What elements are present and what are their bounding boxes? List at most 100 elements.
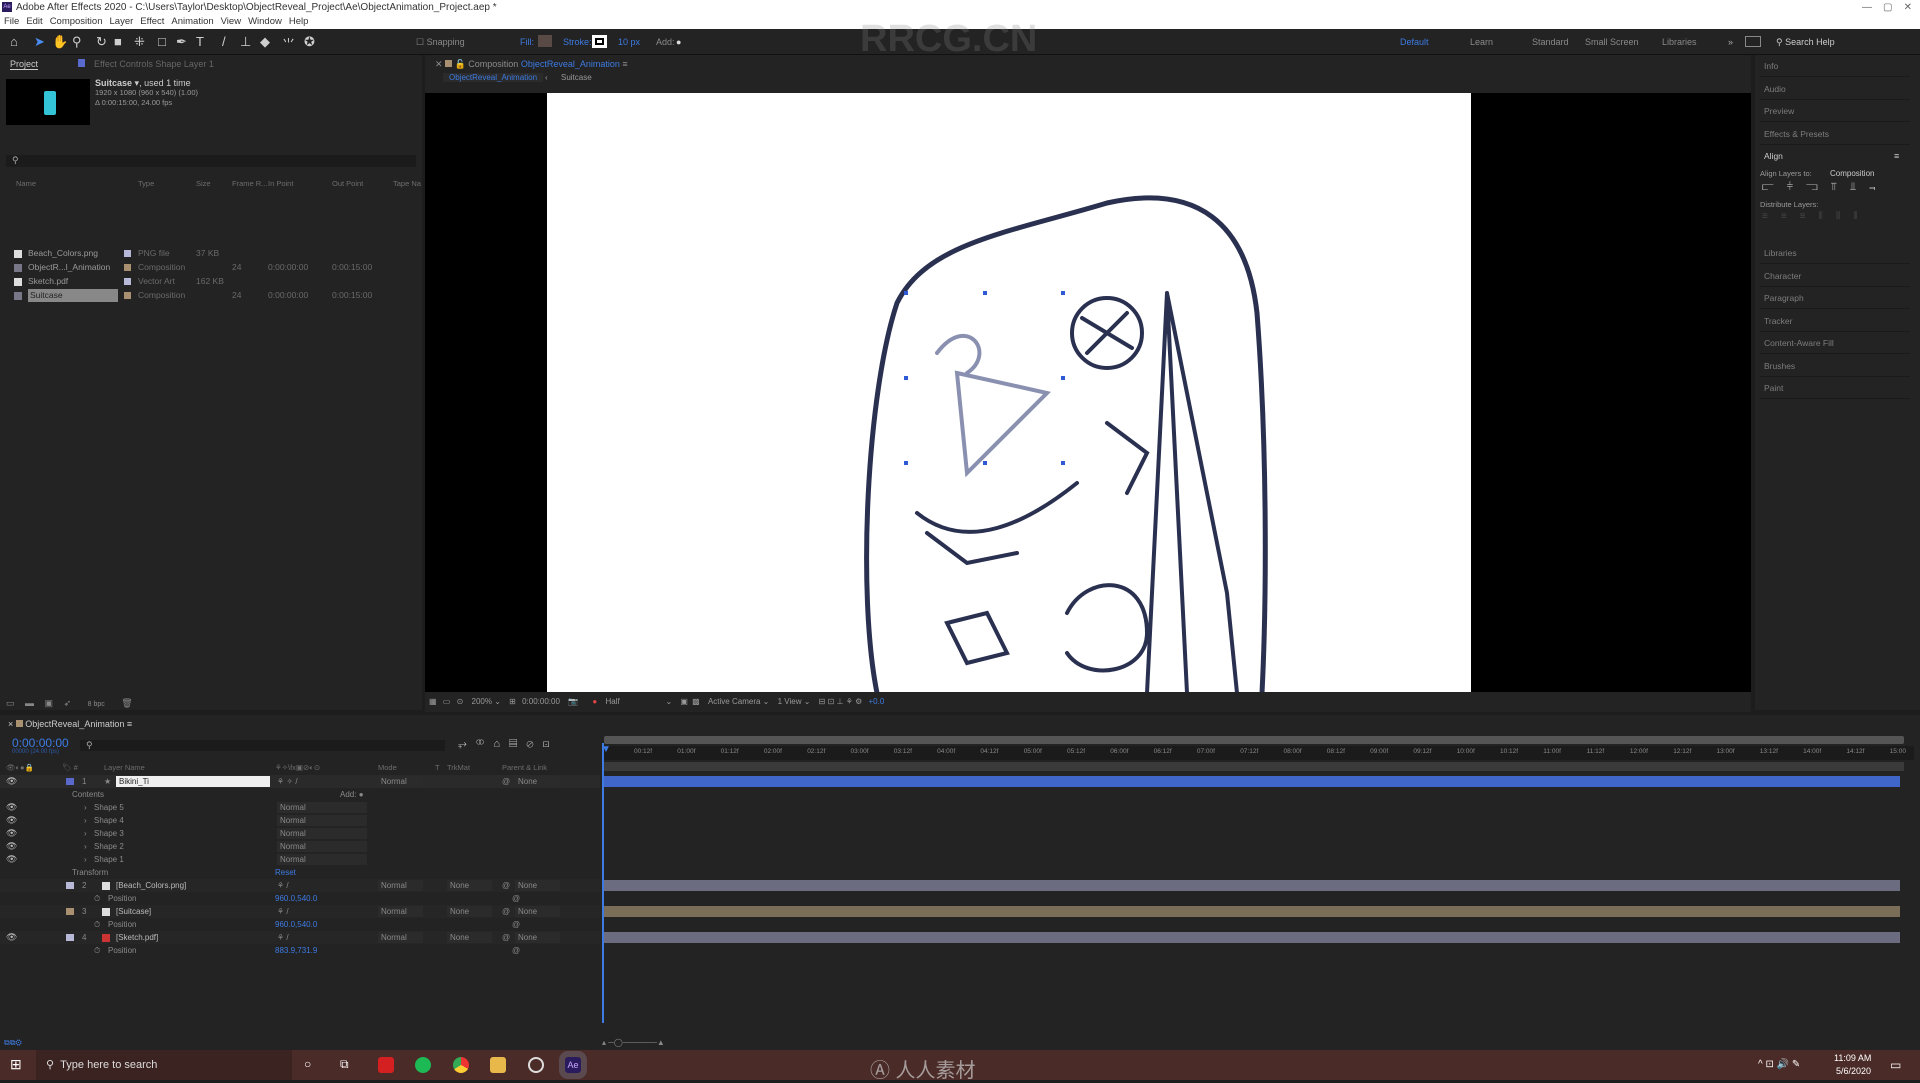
shape-blend-mode-dropdown[interactable]: Normal — [277, 828, 367, 839]
add-shape-button[interactable]: Add: ● — [340, 788, 364, 801]
column-header-6[interactable]: Tape Na — [393, 179, 421, 188]
align-menu-icon[interactable]: ≡ — [1894, 151, 1899, 161]
grid-icon[interactable]: ⊞ — [509, 697, 516, 706]
label-color[interactable] — [124, 250, 131, 257]
resolution-dropdown[interactable]: Half — [605, 692, 665, 712]
parent-dropdown[interactable]: None — [515, 906, 560, 917]
tab-effect-controls[interactable]: Effect Controls Shape Layer 1 — [94, 59, 214, 69]
shape-row[interactable]: 👁 › Shape 2 Normal — [0, 840, 600, 853]
timeline-search-input[interactable]: ⚲ — [80, 740, 445, 751]
timeline-switches-icons[interactable]: ⥅⚭⌂▤⊘⊡ — [458, 738, 559, 751]
layer-bar-3[interactable] — [604, 906, 1900, 917]
shape-row[interactable]: 👁 › Shape 3 Normal — [0, 827, 600, 840]
menu-window[interactable]: Window — [248, 16, 282, 27]
menu-edit[interactable]: Edit — [26, 16, 42, 27]
parent-dropdown[interactable]: None — [515, 932, 560, 943]
project-item[interactable]: Suitcase Composition 24 0:00:00:00 0:00:15:0… — [0, 289, 422, 302]
layer-label-color[interactable] — [66, 882, 74, 889]
shape-blend-mode-dropdown[interactable]: Normal — [277, 802, 367, 813]
new-composition-icon[interactable]: ▣ — [45, 698, 54, 708]
project-item[interactable]: Beach_Colors.png PNG file 37 KB — [0, 247, 422, 260]
expand-arrow-icon[interactable]: › — [84, 827, 87, 840]
align-buttons-icons[interactable]: ⫍⫩⫎⫪⫫⫬ — [1762, 181, 1889, 194]
snapshot-icon[interactable]: 📷 — [568, 697, 578, 706]
layer-switches[interactable]: ⚘ / — [277, 905, 289, 918]
position-value[interactable]: 960.0,540.0 — [275, 918, 317, 931]
tab-project[interactable]: Project — [10, 59, 39, 70]
task-view-icon[interactable]: ⧉ — [340, 1057, 349, 1072]
visibility-eye-icon[interactable]: 👁 — [6, 931, 17, 944]
layer-name-header[interactable]: Layer Name — [104, 763, 145, 772]
rotate-tool-icon[interactable]: ↻ — [96, 34, 107, 50]
mode-dropdown[interactable]: Normal — [378, 880, 423, 891]
label-color[interactable] — [124, 264, 131, 271]
hand-tool-icon[interactable]: ✋ — [52, 34, 68, 50]
shape-row[interactable]: 👁 › Shape 5 Normal — [0, 801, 600, 814]
timeline-toggle-icons[interactable]: ⧉⧉⚙ — [4, 1038, 22, 1047]
layer-name[interactable]: [Sketch.pdf] — [116, 931, 158, 944]
layer-name[interactable]: [Suitcase] — [116, 905, 151, 918]
work-area-bar[interactable] — [604, 736, 1904, 744]
exposure-value[interactable]: +0.0 — [869, 697, 885, 706]
composition-tab[interactable]: ✕ 🔓 Composition ObjectReveal_Animation ≡ — [435, 59, 628, 70]
notifications-icon[interactable]: ▭ — [1890, 1058, 1901, 1072]
search-help[interactable]: ⚲ Search Help — [1776, 37, 1835, 48]
eraser-tool-icon[interactable]: ◆ — [260, 34, 270, 50]
stopwatch-icon[interactable]: ⏱ — [94, 892, 100, 905]
layer-name-input[interactable]: Bikini_Ti — [116, 776, 270, 787]
mode-dropdown[interactable]: Normal — [378, 906, 423, 917]
position-value[interactable]: 960.0,540.0 — [275, 892, 317, 905]
panel-info[interactable]: Info — [1760, 55, 1910, 77]
position-row[interactable]: ⏱ Position 883.9,731.9 @ — [0, 944, 600, 957]
layer-row[interactable]: 👁 1 ★ Bikini_Ti ⚘ ✧ / Normal @ None — [0, 775, 600, 788]
window-controls[interactable]: — ▢ ✕ — [1862, 0, 1912, 15]
trkmat-dropdown[interactable]: None — [447, 932, 492, 943]
project-item[interactable]: Sketch.pdf Vector Art 162 KB — [0, 275, 422, 288]
stopwatch-icon[interactable]: ⏱ — [94, 918, 100, 931]
new-folder-icon[interactable]: ▬ — [25, 698, 34, 708]
column-header-4[interactable]: In Point — [268, 179, 293, 188]
layer-row[interactable]: 👁 4 [Sketch.pdf] ⚘ / Normal None @ None — [0, 931, 600, 944]
project-search-input[interactable]: ⚲ — [6, 155, 416, 167]
bpc-label[interactable]: 8 bpc — [88, 701, 105, 708]
type-tool-icon[interactable]: T — [196, 34, 204, 49]
stroke-width[interactable]: 10 px — [618, 37, 640, 47]
contents-row[interactable]: Contents Add: ● — [0, 788, 600, 801]
distribute-buttons-icons[interactable]: ≡≡≡⦀⦀⦀ — [1762, 211, 1871, 222]
clock-time[interactable]: 11:09 AM — [1834, 1053, 1871, 1063]
region-of-interest-icon[interactable]: ▣ — [680, 697, 688, 706]
panel-tracker[interactable]: Tracker — [1760, 310, 1910, 332]
zoom-tool-icon[interactable]: ⚲ — [72, 34, 82, 50]
breadcrumb-comp[interactable]: ObjectReveal_Animation — [443, 73, 544, 82]
layer-switches[interactable]: ⚘ ✧ / — [277, 775, 298, 788]
viewer-canvas[interactable] — [425, 93, 1751, 692]
layer-row[interactable]: 2 [Beach_Colors.png] ⚘ / Normal None @ None — [0, 879, 600, 892]
magnification-dropdown[interactable]: 200% ⌄ — [472, 697, 501, 706]
transform-row[interactable]: Transform Reset — [0, 866, 600, 879]
visibility-eye-icon[interactable]: 👁 — [6, 775, 17, 788]
current-time[interactable]: 0:00:00:00 — [12, 736, 69, 750]
selection-tool-icon[interactable]: ➤ — [34, 34, 45, 50]
workspace-learn[interactable]: Learn — [1470, 37, 1493, 47]
camera-dropdown[interactable]: Active Camera ⌄ — [708, 697, 769, 706]
trkmat-dropdown[interactable]: None — [447, 880, 492, 891]
parent-dropdown[interactable]: None — [515, 776, 560, 787]
position-row[interactable]: ⏱ Position 960.0,540.0 @ — [0, 892, 600, 905]
timeline-tab[interactable]: × ObjectReveal_Animation ≡ — [8, 719, 132, 729]
menu-file[interactable]: File — [4, 16, 19, 27]
expand-arrow-icon[interactable]: › — [84, 853, 87, 866]
align-panel-title[interactable]: Align — [1760, 145, 1910, 167]
align-to-dropdown[interactable]: Composition — [1830, 169, 1874, 178]
expand-arrow-icon[interactable]: › — [84, 840, 87, 853]
stamp-tool-icon[interactable]: ⊥ — [240, 34, 251, 50]
layer-bar-2[interactable] — [604, 880, 1900, 891]
home-icon[interactable]: ⌂ — [10, 34, 18, 49]
column-header-3[interactable]: Frame R... — [232, 179, 267, 188]
file-explorer-icon[interactable] — [490, 1057, 506, 1073]
mode-dropdown[interactable]: Normal — [378, 932, 423, 943]
mask-toggle-icon[interactable]: ⊙ — [457, 697, 464, 706]
shape-blend-mode-dropdown[interactable]: Normal — [277, 815, 367, 826]
position-row[interactable]: ⏱ Position 960.0,540.0 @ — [0, 918, 600, 931]
workspace-standard[interactable]: Standard — [1532, 37, 1569, 47]
label-color[interactable] — [124, 292, 131, 299]
